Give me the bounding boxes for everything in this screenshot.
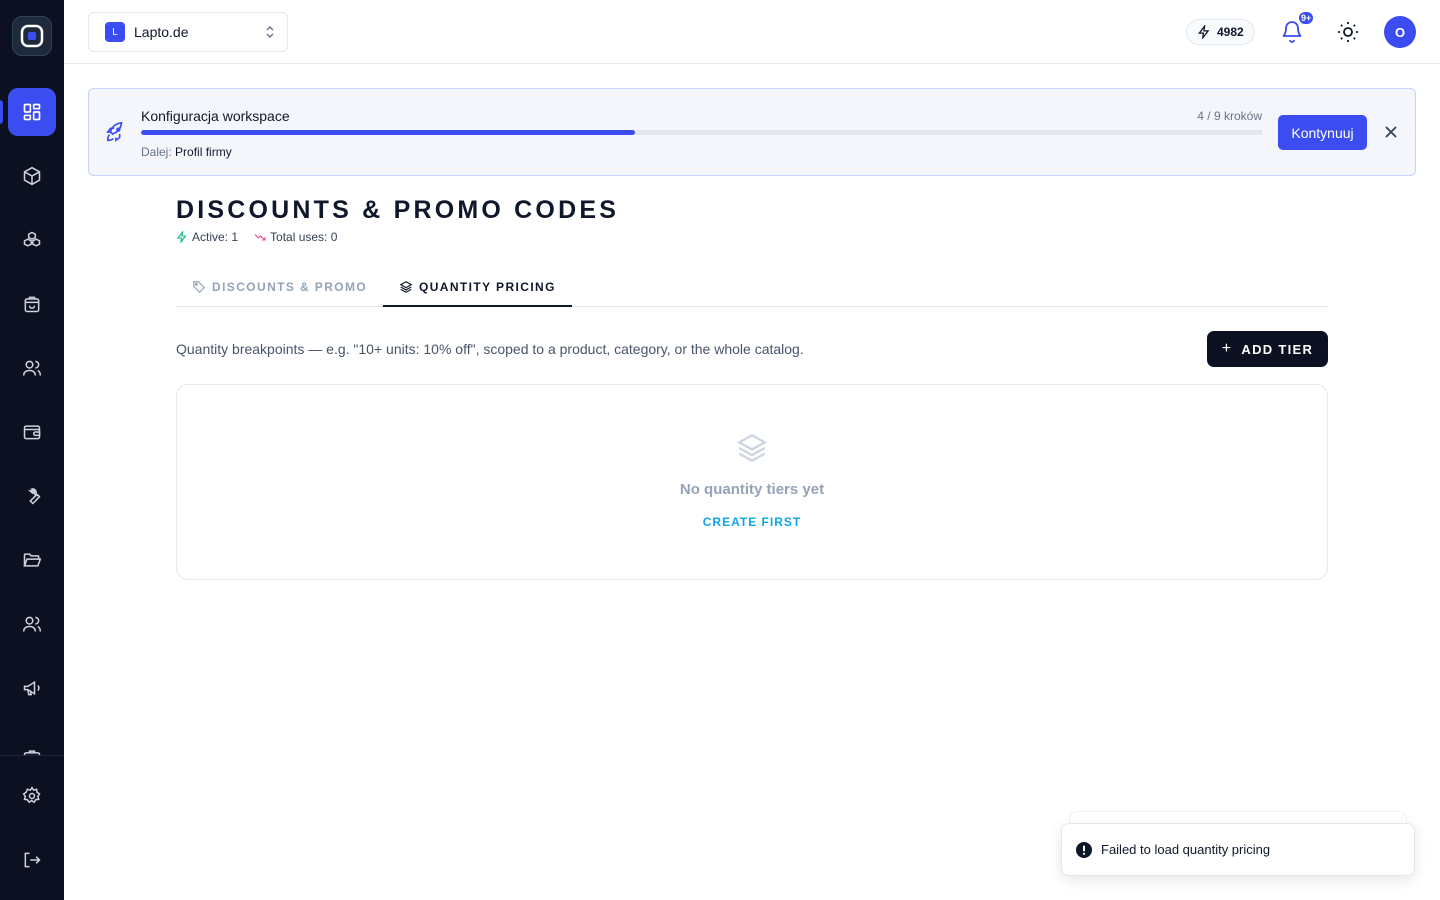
next-step-label: Dalej: <box>141 145 172 159</box>
stat-active-text: Active: 1 <box>192 230 239 244</box>
sidebar-item-marketing[interactable] <box>8 664 56 712</box>
stat-uses-text: Total uses: 0 <box>270 230 338 244</box>
sidebar-item-settings[interactable] <box>8 772 56 820</box>
empty-state-title: No quantity tiers yet <box>679 481 825 498</box>
empty-state-card: No quantity tiers yet CREATE FIRST <box>176 384 1328 580</box>
banner-title: Konfiguracja workspace <box>141 108 290 124</box>
banner-steps: 4 / 9 kroków <box>1197 109 1262 123</box>
rocket-icon <box>106 121 123 142</box>
layers-icon <box>736 433 768 463</box>
sidebar-item-products[interactable] <box>8 152 56 200</box>
wrench-icon <box>28 488 41 505</box>
notifications-badge: 9+ <box>1297 10 1316 26</box>
sidebar-item-team[interactable] <box>8 600 56 648</box>
stat-uses: Total uses: 0 <box>254 230 337 244</box>
wallet-icon <box>23 425 41 440</box>
tag-icon <box>193 281 206 294</box>
avatar[interactable]: O <box>1384 16 1416 48</box>
sidebar <box>0 0 64 900</box>
sidebar-item-orders[interactable] <box>8 280 56 328</box>
top-bar: L Lapto.de 4982 9+ O <box>64 0 1440 64</box>
sidebar-item-wallet[interactable] <box>8 408 56 456</box>
workspace-switcher[interactable]: L Lapto.de <box>88 12 288 52</box>
sidebar-item-partial[interactable] <box>8 728 56 755</box>
boxes-icon <box>23 231 41 247</box>
dashboard-icon <box>23 103 41 121</box>
plus-icon: + <box>1221 340 1233 357</box>
lightning-icon <box>176 231 187 243</box>
lightning-icon <box>1198 25 1210 39</box>
tab-discounts-promo[interactable]: DISCOUNTS & PROMO <box>176 268 383 306</box>
setup-progress-fill <box>141 130 635 135</box>
tab-label: QUANTITY PRICING <box>419 279 556 294</box>
logo-icon <box>20 24 44 48</box>
sidebar-item-catalog[interactable] <box>8 216 56 264</box>
sun-icon <box>1338 22 1358 42</box>
close-icon <box>1385 126 1397 138</box>
tab-label: DISCOUNTS & PROMO <box>212 280 368 294</box>
gear-icon <box>22 786 41 804</box>
workspace-name: Lapto.de <box>134 24 189 40</box>
shopping-bag-icon <box>24 296 40 313</box>
trend-down-icon <box>254 234 266 241</box>
folder-open-icon <box>23 553 42 567</box>
error-toast[interactable]: Failed to load quantity pricing <box>1061 823 1415 876</box>
sidebar-item-dashboard[interactable] <box>8 88 56 136</box>
banner-next-step: Dalej: Profil firmy <box>141 145 232 159</box>
credits-badge[interactable]: 4982 <box>1186 19 1255 45</box>
next-step-value: Profil firmy <box>175 145 232 159</box>
sidebar-item-files[interactable] <box>8 536 56 584</box>
stat-active: Active: 1 <box>176 230 238 244</box>
layers-icon <box>399 280 413 293</box>
box-icon <box>23 166 41 186</box>
tiers-description: Quantity breakpoints — e.g. "10+ units: … <box>176 341 804 357</box>
close-banner-button[interactable] <box>1383 124 1399 140</box>
create-first-link[interactable]: CREATE FIRST <box>177 515 1327 529</box>
continue-button[interactable]: Kontynuuj <box>1278 115 1367 150</box>
toast-message: Failed to load quantity pricing <box>1101 842 1271 857</box>
chevron-up-down-icon <box>265 25 275 39</box>
tab-quantity-pricing[interactable]: QUANTITY PRICING <box>383 268 572 307</box>
page-stats: Active: 1 Total uses: 0 <box>176 230 353 244</box>
sidebar-item-tools[interactable] <box>8 472 56 520</box>
credits-count: 4982 <box>1217 25 1244 39</box>
setup-progress-bar <box>141 130 1263 135</box>
sidebar-divider <box>0 755 64 756</box>
alert-circle-icon <box>1076 841 1092 858</box>
sidebar-item-customers[interactable] <box>8 344 56 392</box>
setup-banner: Konfiguracja workspace 4 / 9 kroków Dale… <box>88 88 1416 176</box>
workspace-badge: L <box>105 22 125 42</box>
team-icon <box>22 616 42 632</box>
add-tier-button[interactable]: + ADD TIER <box>1207 331 1328 367</box>
add-tier-label: ADD TIER <box>1241 341 1314 357</box>
theme-toggle[interactable] <box>1336 20 1360 44</box>
sidebar-item-logout[interactable] <box>8 836 56 884</box>
app-logo[interactable] <box>12 16 52 56</box>
briefcase-icon <box>23 750 41 755</box>
users-icon <box>22 360 42 376</box>
megaphone-icon <box>23 680 40 696</box>
active-nav-marker <box>0 100 3 124</box>
logout-icon <box>24 852 41 868</box>
page-title: DISCOUNTS & PROMO CODES <box>176 196 620 224</box>
tabs: DISCOUNTS & PROMO QUANTITY PRICING <box>176 268 1328 307</box>
